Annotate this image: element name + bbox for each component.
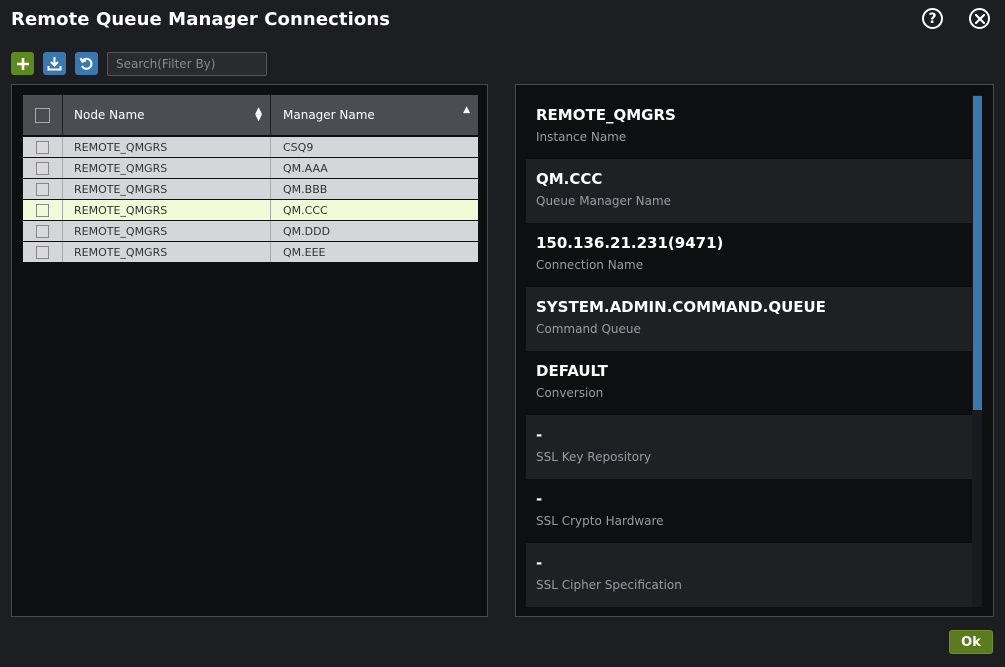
manager-name-cell: QM.CCC bbox=[283, 203, 328, 217]
property-value: 150.136.21.231(9471) bbox=[536, 234, 724, 252]
close-button[interactable] bbox=[969, 8, 990, 29]
property-label: Instance Name bbox=[536, 130, 627, 144]
node-name-cell: REMOTE_QMGRS bbox=[63, 137, 271, 157]
property-label: Queue Manager Name bbox=[536, 194, 672, 208]
property-value: - bbox=[536, 426, 543, 444]
help-button[interactable]: ? bbox=[922, 8, 943, 29]
row-checkbox[interactable] bbox=[36, 182, 49, 196]
property-label: Connection Name bbox=[536, 258, 644, 272]
question-icon: ? bbox=[928, 10, 937, 27]
table-row-selected[interactable]: REMOTE_QMGRS QM.CCC bbox=[23, 200, 478, 220]
refresh-button[interactable] bbox=[75, 52, 98, 75]
property-label: Command Queue bbox=[536, 322, 641, 336]
plus-icon bbox=[16, 57, 29, 70]
manager-name-cell: CSQ9 bbox=[283, 140, 314, 154]
download-icon bbox=[47, 57, 62, 71]
add-button[interactable] bbox=[11, 52, 34, 75]
select-all-cell bbox=[23, 95, 63, 135]
row-checkbox[interactable] bbox=[36, 140, 49, 154]
row-checkbox[interactable] bbox=[36, 203, 49, 217]
table-row[interactable]: REMOTE_QMGRS QM.AAA bbox=[23, 158, 478, 178]
grid-body: REMOTE_QMGRS CSQ9 REMOTE_QMGRS QM.AAA RE… bbox=[23, 137, 478, 262]
property-value: DEFAULT bbox=[536, 362, 608, 380]
node-name-cell: REMOTE_QMGRS bbox=[63, 242, 271, 262]
row-check-cell bbox=[23, 200, 63, 220]
property-item: DEFAULT Conversion bbox=[526, 351, 972, 415]
column-header-label: Node Name bbox=[74, 108, 145, 122]
column-header-manager-name[interactable]: Manager Name ▲ bbox=[271, 95, 478, 135]
download-button[interactable] bbox=[43, 52, 66, 75]
close-icon bbox=[974, 13, 985, 24]
manager-name-cell: QM.AAA bbox=[283, 161, 328, 175]
property-label: SSL Cipher Specification bbox=[536, 578, 682, 592]
property-value: SYSTEM.ADMIN.COMMAND.QUEUE bbox=[536, 298, 826, 316]
row-check-cell bbox=[23, 242, 63, 262]
table-row[interactable]: REMOTE_QMGRS QM.BBB bbox=[23, 179, 478, 199]
table-row[interactable]: REMOTE_QMGRS QM.DDD bbox=[23, 221, 478, 241]
node-name-cell: REMOTE_QMGRS bbox=[63, 158, 271, 178]
node-name-cell: REMOTE_QMGRS bbox=[63, 200, 271, 220]
manager-name-cell: QM.EEE bbox=[283, 245, 326, 259]
select-all-checkbox[interactable] bbox=[35, 107, 50, 123]
property-item: 150.136.21.231(9471) Connection Name bbox=[526, 223, 972, 287]
ok-button[interactable]: Ok bbox=[949, 630, 993, 654]
details-panel: REMOTE_QMGRS Instance Name QM.CCC Queue … bbox=[515, 84, 994, 617]
property-item: SYSTEM.ADMIN.COMMAND.QUEUE Command Queue bbox=[526, 287, 972, 351]
node-name-cell: REMOTE_QMGRS bbox=[63, 221, 271, 241]
column-header-node-name[interactable]: Node Name ▲ ▼ bbox=[63, 95, 271, 135]
connections-panel: Node Name ▲ ▼ Manager Name ▲ REMOTE_QMGRS… bbox=[11, 84, 488, 617]
search-input[interactable] bbox=[107, 52, 267, 76]
property-value: QM.CCC bbox=[536, 170, 603, 188]
sort-both-icon: ▲ ▼ bbox=[255, 106, 262, 123]
property-value: REMOTE_QMGRS bbox=[536, 106, 676, 124]
connections-grid: Node Name ▲ ▼ Manager Name ▲ REMOTE_QMGRS… bbox=[23, 95, 478, 263]
property-label: Conversion bbox=[536, 386, 604, 400]
row-check-cell bbox=[23, 221, 63, 241]
grid-header: Node Name ▲ ▼ Manager Name ▲ bbox=[23, 95, 478, 135]
row-check-cell bbox=[23, 158, 63, 178]
row-checkbox[interactable] bbox=[36, 224, 49, 238]
property-label: SSL Key Repository bbox=[536, 450, 652, 464]
table-row[interactable]: REMOTE_QMGRS QM.EEE bbox=[23, 242, 478, 262]
node-name-cell: REMOTE_QMGRS bbox=[63, 179, 271, 199]
property-item: - SSL Cipher Specification bbox=[526, 543, 972, 607]
dialog-title: Remote Queue Manager Connections bbox=[11, 9, 391, 30]
sort-ascending-icon: ▲ bbox=[463, 105, 470, 115]
property-label: SSL Crypto Hardware bbox=[536, 514, 664, 528]
refresh-icon bbox=[79, 57, 93, 70]
property-item: REMOTE_QMGRS Instance Name bbox=[526, 95, 972, 159]
column-header-label: Manager Name bbox=[283, 108, 375, 122]
manager-name-cell: QM.BBB bbox=[283, 182, 328, 196]
row-check-cell bbox=[23, 137, 63, 157]
row-check-cell bbox=[23, 179, 63, 199]
property-item: - SSL Key Repository bbox=[526, 415, 972, 479]
property-item: - SSL Crypto Hardware bbox=[526, 479, 972, 543]
property-value: - bbox=[536, 554, 543, 572]
scrollbar-thumb[interactable] bbox=[973, 96, 982, 410]
row-checkbox[interactable] bbox=[36, 161, 49, 175]
table-row[interactable]: REMOTE_QMGRS CSQ9 bbox=[23, 137, 478, 157]
property-item: QM.CCC Queue Manager Name bbox=[526, 159, 972, 223]
manager-name-cell: QM.DDD bbox=[283, 224, 331, 238]
property-list: REMOTE_QMGRS Instance Name QM.CCC Queue … bbox=[526, 95, 972, 607]
row-checkbox[interactable] bbox=[36, 245, 49, 259]
property-value: - bbox=[536, 490, 543, 508]
